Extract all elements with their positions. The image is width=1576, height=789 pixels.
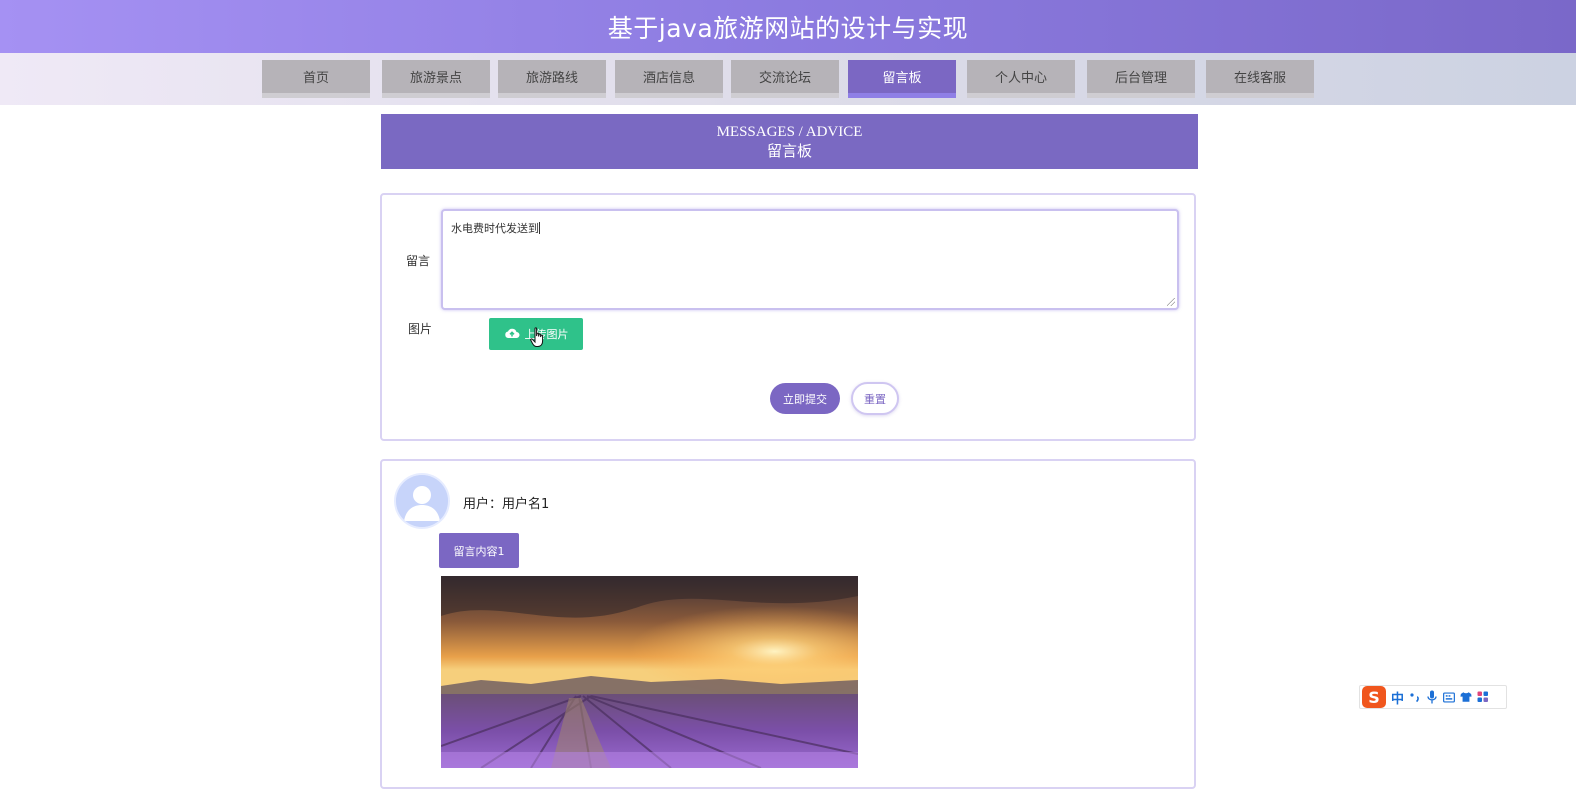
nav-item-routes[interactable]: 旅游路线 [498,60,606,98]
nav-item-hotels[interactable]: 酒店信息 [615,60,723,98]
message-textarea[interactable]: 水电费时代发送到 [441,209,1179,310]
section-title-en: MESSAGES / ADVICE [716,124,863,140]
cloud-upload-icon [504,327,520,342]
microphone-icon[interactable] [1426,690,1438,704]
nav-item-home[interactable]: 首页 [262,60,370,98]
message-label: 留言 [406,254,431,268]
ime-language-toggle[interactable]: 中 [1391,688,1404,707]
keyboard-icon[interactable] [1443,690,1455,704]
reset-button[interactable]: 重置 [851,382,899,415]
nav-item-online-service[interactable]: 在线客服 [1206,60,1314,98]
nav-item-attractions[interactable]: 旅游景点 [382,60,490,98]
section-title-cn: 留言板 [766,142,812,160]
nav-item-message-board[interactable]: 留言板 [848,60,956,98]
image-label: 图片 [408,322,433,336]
site-title: 基于java旅游网站的设计与实现 [607,13,969,43]
punctuation-icon[interactable] [1409,690,1421,704]
apps-grid-icon[interactable] [1477,690,1489,704]
text-caret [539,222,540,234]
ime-toolbar[interactable]: S 中 [1359,685,1507,709]
message-username: 用户：用户名1 [463,497,550,512]
user-avatar-icon [396,475,448,527]
resize-handle-icon[interactable] [1167,298,1175,306]
user-avatar [396,475,448,527]
sogou-logo-icon[interactable]: S [1362,686,1386,708]
message-content: 留言内容1 [439,533,519,568]
submit-button[interactable]: 立即提交 [770,383,840,414]
site-header: 基于java旅游网站的设计与实现 [0,0,1576,53]
message-text: 水电费时代发送到 [451,222,539,235]
nav-item-admin[interactable]: 后台管理 [1087,60,1195,98]
section-header: MESSAGES / ADVICE 留言板 [381,114,1198,169]
hand-pointer-icon [530,327,546,353]
message-image [441,576,858,768]
nav-item-forum[interactable]: 交流论坛 [731,60,839,98]
nav-item-profile[interactable]: 个人中心 [967,60,1075,98]
skin-shirt-icon[interactable] [1460,690,1472,704]
main-nav: 首页 旅游景点 旅游路线 酒店信息 交流论坛 留言板 个人中心 后台管理 在线客… [0,53,1576,105]
